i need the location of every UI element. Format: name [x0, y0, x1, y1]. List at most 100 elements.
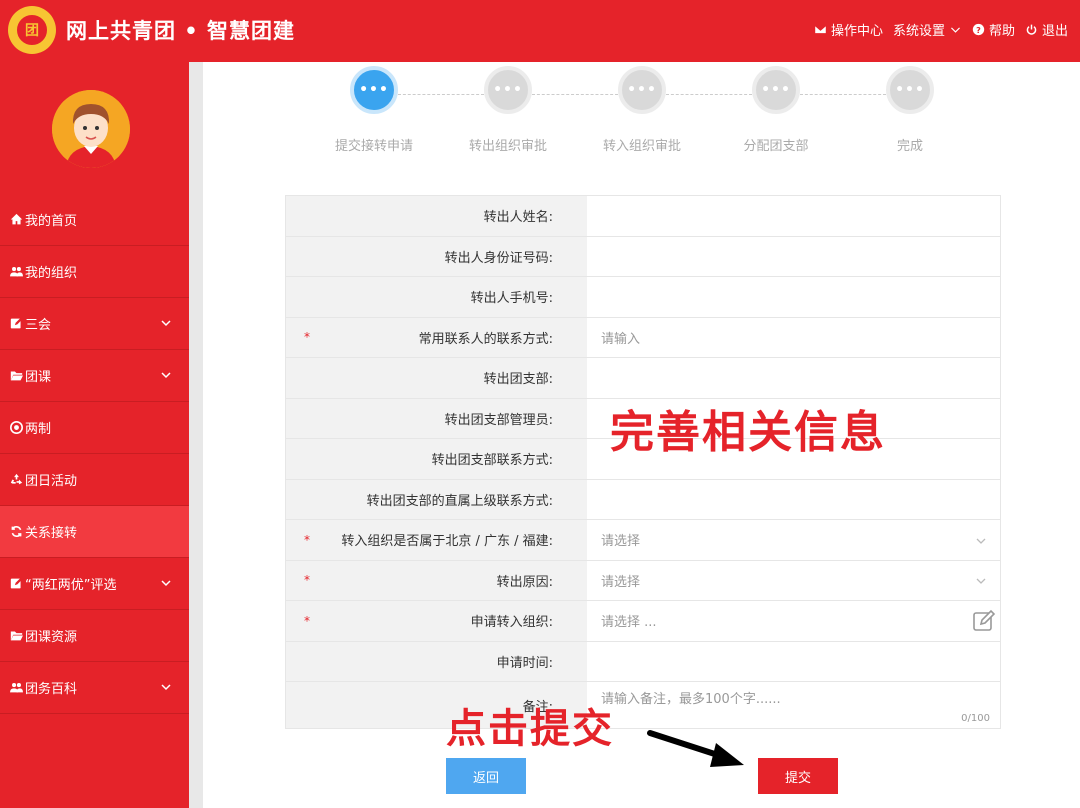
- nav-help-label: 帮助: [988, 24, 1015, 39]
- nav-system-settings-label: 系统设置: [892, 24, 945, 39]
- sidebar-item-label: 两制: [25, 422, 52, 437]
- sidebar-item-league-class[interactable]: 团课: [0, 350, 189, 402]
- label-text: 转入组织是否属于北京 / 广东 / 福建:: [341, 534, 553, 550]
- form-label: 转出人姓名:: [286, 196, 587, 236]
- step-label: 分配团支部: [743, 139, 809, 154]
- outgoing-branch-field: [587, 358, 1000, 398]
- label-text: 转出团支部:: [483, 372, 553, 388]
- placeholder-text: 请输入备注，最多100个字......: [601, 692, 781, 707]
- label-text: 转出人身份证号码:: [444, 250, 553, 266]
- recycle-icon: [10, 473, 23, 486]
- char-counter: 0/100: [961, 713, 990, 724]
- form-label: * 申请转入组织:: [286, 601, 587, 641]
- submit-button[interactable]: 提交: [758, 758, 838, 794]
- label-text: 申请时间:: [496, 655, 553, 671]
- remarks-textarea[interactable]: 请输入备注，最多100个字...... 0/100: [587, 682, 1000, 728]
- target-icon: [10, 421, 23, 434]
- form-label: * 常用联系人的联系方式:: [286, 317, 587, 357]
- sidebar-item-home[interactable]: 我的首页: [0, 194, 189, 246]
- step-label: 转出组织审批: [468, 139, 547, 154]
- sidebar-item-two-systems[interactable]: 两制: [0, 402, 189, 454]
- transferor-name-field: [587, 196, 1000, 236]
- label-text: 常用联系人的联系方式:: [418, 331, 553, 347]
- sidebar-item-league-day-activity[interactable]: 团日活动: [0, 454, 189, 506]
- sidebar-item-three-meetings[interactable]: 三会: [0, 298, 189, 350]
- step-label: 转入组织审批: [602, 139, 681, 154]
- step-outgoing-approval: ••• 转出组织审批: [438, 66, 578, 154]
- form-label: 转出团支部管理员:: [286, 398, 587, 438]
- label-text: 转出团支部联系方式:: [431, 453, 553, 469]
- form-row: 转出团支部:: [286, 358, 1000, 399]
- nav-help[interactable]: ? 帮助: [972, 20, 1015, 39]
- nav-operation-center[interactable]: 操作中心: [814, 20, 883, 39]
- form-row: * 申请转入组织: 请选择 ...: [286, 601, 1000, 642]
- form-label: 申请时间:: [286, 641, 587, 681]
- form-label: * 转入组织是否属于北京 / 广东 / 福建:: [286, 520, 587, 560]
- user-avatar-icon: [52, 90, 130, 168]
- form-row: * 转入组织是否属于北京 / 广东 / 福建: 请选择: [286, 520, 1000, 561]
- chevron-down-icon: [976, 575, 986, 585]
- nav-operation-center-label: 操作中心: [830, 24, 883, 39]
- nav-logout-label: 退出: [1041, 24, 1068, 39]
- form-label: 转出人手机号:: [286, 277, 587, 317]
- step-circle: •••: [350, 66, 398, 114]
- form-row: 转出人姓名:: [286, 196, 1000, 237]
- form-label: 转出团支部联系方式:: [286, 439, 587, 479]
- sidebar-item-label: 三会: [25, 318, 52, 333]
- target-organization-picker[interactable]: 请选择 ...: [587, 601, 1000, 641]
- placeholder-text: 请输入: [601, 331, 641, 347]
- step-circle: •••: [886, 66, 934, 114]
- chevron-down-icon: [976, 535, 986, 545]
- step-circle: •••: [752, 66, 800, 114]
- step-complete: ••• 完成: [840, 66, 980, 154]
- required-mark: *: [304, 532, 310, 547]
- sidebar-item-label: 关系接转: [25, 526, 78, 541]
- label-text: 转出人姓名:: [483, 210, 553, 226]
- header-nav: 操作中心 系统设置 ? 帮助 退出: [814, 20, 1068, 39]
- step-label: 提交接转申请: [334, 139, 413, 154]
- sidebar-item-label: 我的首页: [25, 214, 78, 229]
- back-button[interactable]: 返回: [446, 758, 526, 794]
- site-title: 网上共青团 • 智慧团建: [66, 19, 296, 43]
- sidebar-item-my-organization[interactable]: 我的组织: [0, 246, 189, 298]
- transferor-phone-field: [587, 277, 1000, 317]
- home-icon: [10, 213, 23, 226]
- nav-system-settings[interactable]: 系统设置: [893, 20, 962, 39]
- sidebar-item-class-resources[interactable]: 团课资源: [0, 610, 189, 662]
- transfer-form: 转出人姓名: 转出人身份证号码: 转出人手机号: * 常用联系人的联系方式: 请…: [285, 195, 1001, 729]
- annotation-click-submit: 点击提交: [446, 706, 614, 752]
- form-row: 转出人手机号:: [286, 277, 1000, 318]
- form-label: * 转出原因:: [286, 560, 587, 600]
- form-label: 转出人身份证号码:: [286, 236, 587, 276]
- step-incoming-approval: ••• 转入组织审批: [572, 66, 712, 154]
- svg-text:?: ?: [976, 25, 981, 35]
- sidebar-item-relation-transfer[interactable]: 关系接转: [0, 506, 189, 558]
- sidebar-item-league-encyclopedia[interactable]: 团务百科: [0, 662, 189, 714]
- top-header: 团 网上共青团 • 智慧团建 操作中心 系统设置 ? 帮助 退出: [0, 0, 1080, 62]
- transfer-reason-select[interactable]: 请选择: [587, 560, 1000, 600]
- avatar[interactable]: [52, 90, 130, 168]
- step-submit-application: ••• 提交接转申请: [304, 66, 444, 154]
- form-row: * 常用联系人的联系方式: 请输入: [286, 317, 1000, 358]
- required-mark: *: [304, 330, 310, 345]
- region-select[interactable]: 请选择: [587, 520, 1000, 560]
- nav-logout[interactable]: 退出: [1025, 20, 1068, 39]
- chevron-down-icon: [161, 577, 171, 587]
- edit-icon[interactable]: [972, 609, 996, 633]
- users-icon: [10, 681, 23, 694]
- label-text: 转出团支部管理员:: [444, 412, 553, 428]
- chevron-down-icon: [161, 317, 171, 327]
- sidebar-item-two-red-two-excellent[interactable]: “两红两优”评选: [0, 558, 189, 610]
- step-circle: •••: [618, 66, 666, 114]
- label-text: 转出人手机号:: [470, 291, 553, 307]
- power-icon: [1026, 24, 1037, 35]
- sidebar: 我的首页 我的组织 三会 团课 两制 团日活动 关系接转 “两红两优”评选 团课…: [0, 62, 189, 808]
- sidebar-item-label: 团日活动: [25, 474, 78, 489]
- refresh-icon: [10, 525, 23, 538]
- required-mark: *: [304, 573, 310, 588]
- sidebar-item-label: 我的组织: [25, 266, 78, 281]
- contact-method-input[interactable]: 请输入: [587, 317, 1000, 357]
- logo: 团: [8, 6, 56, 54]
- placeholder-text: 请选择: [601, 534, 641, 550]
- form-label: 转出团支部:: [286, 358, 587, 398]
